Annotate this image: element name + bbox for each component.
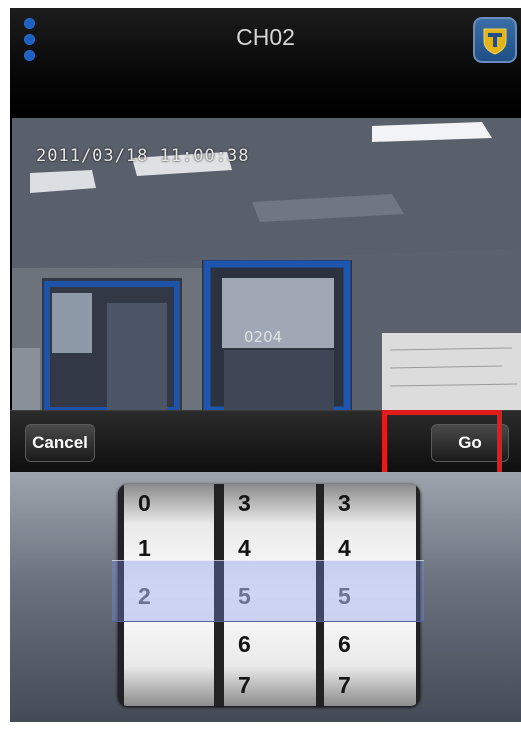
video-timestamp: 2011/03/18 11:00:38 xyxy=(36,146,250,166)
picker-digit: 4 xyxy=(338,535,351,561)
room-sign: 0204 xyxy=(244,328,282,346)
brand-shield-icon[interactable] xyxy=(473,17,517,63)
picker-digit: 3 xyxy=(338,490,351,516)
menu-dot xyxy=(24,50,35,61)
picker-digit: 6 xyxy=(238,631,251,657)
picker-digit: 7 xyxy=(338,672,351,698)
picker-digit: 0 xyxy=(138,490,151,516)
header-bar: CH02 xyxy=(10,8,521,120)
picker-selection-indicator xyxy=(112,560,424,622)
page-title: CH02 xyxy=(236,24,295,50)
cancel-button[interactable]: Cancel xyxy=(25,424,95,462)
picker-digit: 6 xyxy=(338,631,351,657)
picker-digit: 3 xyxy=(238,490,251,516)
picker-digit: 1 xyxy=(138,535,151,561)
picker-digit: 7 xyxy=(238,672,251,698)
picker-digit: 4 xyxy=(238,535,251,561)
